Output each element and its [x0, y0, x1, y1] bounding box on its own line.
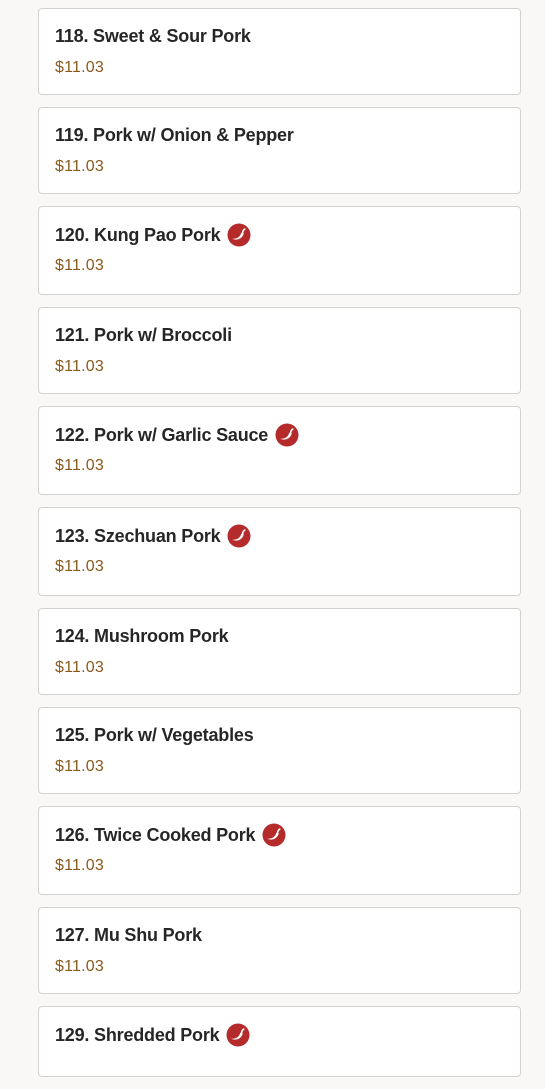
menu-item-card[interactable]: 125. Pork w/ Vegetables $11.03 [38, 707, 521, 794]
item-name: 118. Sweet & Sour Pork [55, 25, 251, 46]
item-name: 126. Twice Cooked Pork [55, 824, 256, 845]
item-name: 129. Shredded Pork [55, 1024, 220, 1045]
item-price: $11.03 [55, 257, 104, 274]
item-name: 123. Szechuan Pork [55, 525, 221, 546]
item-name: 125. Pork w/ Vegetables [55, 724, 254, 745]
item-name: 127. Mu Shu Pork [55, 924, 202, 945]
item-name-row: 126. Twice Cooked Pork [55, 821, 504, 849]
menu-item-card[interactable]: 126. Twice Cooked Pork $11.03 [38, 806, 521, 895]
item-price: $11.03 [55, 758, 104, 775]
item-price: $11.03 [55, 158, 104, 175]
item-name: 120. Kung Pao Pork [55, 224, 221, 245]
item-name-row: 127. Mu Shu Pork [55, 923, 504, 947]
menu-item-card[interactable]: 120. Kung Pao Pork $11.03 [38, 206, 521, 295]
item-name-row: 123. Szechuan Pork [55, 522, 504, 550]
item-price: $11.03 [55, 457, 104, 474]
item-name: 122. Pork w/ Garlic Sauce [55, 424, 269, 445]
spicy-pepper-icon [226, 1023, 250, 1047]
spicy-pepper-icon [227, 223, 251, 247]
item-name-row: 125. Pork w/ Vegetables [55, 723, 504, 747]
spicy-pepper-icon [262, 823, 286, 847]
spicy-pepper-icon [227, 524, 251, 548]
item-name: 124. Mushroom Pork [55, 625, 229, 646]
item-price: $11.03 [55, 358, 104, 375]
menu-item-card[interactable]: 123. Szechuan Pork $11.03 [38, 507, 521, 596]
spicy-pepper-icon [275, 423, 299, 447]
item-name-row: 120. Kung Pao Pork [55, 221, 504, 249]
menu-item-card[interactable]: 124. Mushroom Pork $11.03 [38, 608, 521, 695]
menu-item-card[interactable]: 122. Pork w/ Garlic Sauce $11.03 [38, 406, 521, 495]
item-price: $11.03 [55, 958, 104, 975]
item-name-row: 124. Mushroom Pork [55, 624, 504, 648]
item-name: 119. Pork w/ Onion & Pepper [55, 124, 294, 145]
item-name-row: 118. Sweet & Sour Pork [55, 24, 504, 48]
item-name-row: 122. Pork w/ Garlic Sauce [55, 421, 504, 449]
menu-item-card[interactable]: 121. Pork w/ Broccoli $11.03 [38, 307, 521, 394]
menu-item-list: 118. Sweet & Sour Pork $11.03 119. Pork … [38, 8, 521, 1089]
menu-item-card[interactable]: 119. Pork w/ Onion & Pepper $11.03 [38, 107, 521, 194]
item-price: $11.03 [55, 558, 104, 575]
item-price: $11.03 [55, 857, 104, 874]
menu-item-card[interactable]: 118. Sweet & Sour Pork $11.03 [38, 8, 521, 95]
item-name-row: 119. Pork w/ Onion & Pepper [55, 123, 504, 147]
item-price: $11.03 [55, 659, 104, 676]
menu-item-card[interactable]: 127. Mu Shu Pork $11.03 [38, 907, 521, 994]
item-price: $11.03 [55, 59, 104, 76]
item-name: 121. Pork w/ Broccoli [55, 324, 232, 345]
item-name-row: 121. Pork w/ Broccoli [55, 323, 504, 347]
menu-item-card[interactable]: 129. Shredded Pork [38, 1006, 521, 1077]
item-name-row: 129. Shredded Pork [55, 1021, 504, 1049]
